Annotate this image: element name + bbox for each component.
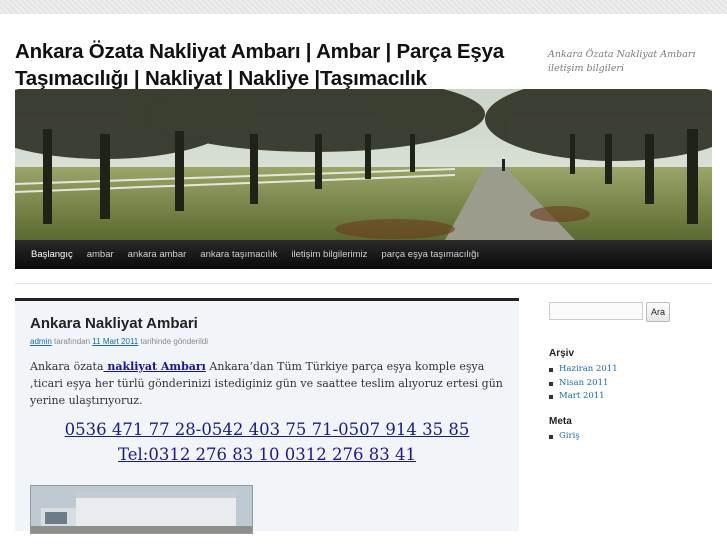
nav-item-parca-esya[interactable]: parça eşya taşımacılığı [374,249,486,260]
nav-item-ambar[interactable]: ambar [80,249,121,260]
post-body: Ankara özata nakliyat Ambarı Ankara’dan … [30,358,510,409]
content-divider [15,283,712,284]
truck-image [30,485,253,534]
meta-widget-title: Meta [549,416,572,427]
archive-item-mart-2011[interactable]: Mart 2011 [549,390,618,404]
archive-widget-title: Arşiv [549,348,575,359]
main-navigation: Başlangıç ambar ankara ambar ankara taşı… [15,240,712,269]
top-stripe [0,0,727,14]
post-title[interactable]: Ankara Nakliyat Ambari [30,315,198,332]
post-meta-by: tarafından [54,337,91,346]
header-banner-image [15,89,712,240]
phone-line-mobile: 0536 471 77 28-0542 403 75 71-0507 914 3… [64,420,470,439]
post-body-prefix: Ankara özata [30,360,104,373]
nav-item-iletisim[interactable]: iletişim bilgilerimiz [284,249,374,260]
nakliyat-ambari-link[interactable]: nakliyat Ambarı [104,360,206,373]
post-meta: admin tarafından 11 Mart 2011 tarihinde … [30,337,208,346]
post-author-link[interactable]: admin [30,337,52,346]
site-title[interactable]: Ankara Özata Nakliyat Ambarı | Ambar | P… [15,38,540,92]
phone-numbers: 0536 471 77 28-0542 403 75 71-0507 914 3… [15,417,519,467]
post-article: Ankara Nakliyat Ambari admin tarafından … [15,298,519,534]
archive-list: Haziran 2011 Nisan 2011 Mart 2011 [549,363,618,404]
search-input[interactable] [549,302,643,320]
post-meta-suffix: tarihinde gönderildi [140,337,209,346]
archive-item-haziran-2011[interactable]: Haziran 2011 [549,363,618,377]
search-button[interactable]: Ara [646,302,670,322]
nav-item-home[interactable]: Başlangıç [24,249,80,260]
nav-item-ankara-tasimacilik[interactable]: ankara taşımacılık [193,249,284,260]
post-date-link[interactable]: 11 Mart 2011 [92,337,138,346]
meta-list: Giriş [549,430,580,444]
meta-item-login[interactable]: Giriş [549,430,580,444]
nav-item-ankara-ambar[interactable]: ankara ambar [121,249,194,260]
site-description: Ankara Özata Nakliyat Ambarı iletişim bi… [548,49,696,74]
phone-line-landline: Tel:0312 276 83 10 0312 276 83 41 [118,445,416,464]
archive-item-nisan-2011[interactable]: Nisan 2011 [549,377,618,391]
